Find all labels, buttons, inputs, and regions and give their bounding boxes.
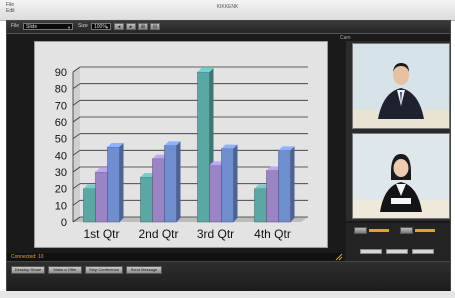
presenter-female-image (353, 134, 449, 218)
bar (266, 170, 279, 223)
bar-side (176, 141, 181, 222)
toolbar-label-size: Size (78, 23, 88, 29)
desktop-share-button[interactable]: Desktop Share (11, 266, 45, 274)
y-tick-label: 60 (55, 117, 67, 129)
y-tick-label: 0 (61, 217, 67, 229)
chart-side-wall (73, 67, 80, 222)
x-tick-label: 2nd Qtr (138, 227, 178, 241)
status-bar: Connected: 10 (7, 253, 343, 261)
bar-side (290, 146, 295, 222)
bar (197, 71, 210, 223)
bar (83, 188, 96, 223)
send-message-button[interactable]: Send Message (126, 266, 162, 274)
next-slide-button[interactable]: ▸ (126, 23, 136, 30)
video-panel (346, 41, 450, 221)
y-tick-label: 90 (55, 67, 67, 79)
prev-slide-button[interactable]: ◂ (114, 23, 124, 30)
y-tick-label: 10 (55, 200, 67, 212)
y-tick-label: 70 (55, 100, 67, 112)
x-tick-label: 3rd Qtr (197, 227, 234, 241)
toolbar: File Slide ▼ Size 100% ▼ ◂ ▸ ⊞ ⊟ (7, 21, 450, 34)
bar (221, 148, 234, 223)
slide-select-value: Slide (26, 24, 38, 30)
bar (107, 146, 120, 223)
status-text: Connected: 10 (11, 254, 44, 260)
speaker-volume-slider[interactable] (415, 229, 435, 232)
bar-side (233, 144, 238, 222)
bar-chart: 0 10 20 30 40 50 60 70 80 90 1st Qtr 2nd Qtr 3rd Qtr… (55, 66, 308, 241)
zoom-out-button[interactable]: ⊟ (150, 23, 160, 30)
video-feed-local (352, 133, 450, 219)
bar (95, 171, 108, 223)
video-option-button-1[interactable] (360, 249, 382, 254)
mic-volume-slider[interactable] (369, 229, 389, 232)
y-tick-label: 80 (55, 84, 67, 96)
bar (254, 188, 267, 223)
chevron-down-icon: ▼ (105, 25, 109, 30)
bar-side (119, 143, 124, 222)
chevron-down-icon: ▼ (67, 25, 71, 30)
bar (278, 150, 291, 223)
speaker-button[interactable] (400, 227, 413, 234)
x-tick-label: 1st Qtr (83, 227, 119, 241)
shared-slide-chart: 0 10 20 30 40 50 60 70 80 90 1st Qtr 2nd Qtr 3rd Qtr… (34, 41, 328, 248)
y-tick-label: 20 (55, 184, 67, 196)
zoom-in-button[interactable]: ⊞ (138, 23, 148, 30)
window-bottom-edge (0, 291, 455, 298)
y-tick-label: 40 (55, 150, 67, 162)
video-feed-remote (352, 43, 450, 129)
bottom-toolbar: Desktop Share Make a Offer Stop Conferen… (7, 261, 450, 292)
presenter-male-image (353, 44, 449, 128)
slide-select[interactable]: Slide ▼ (23, 23, 73, 30)
bar (152, 158, 165, 223)
window-title: KIKKENK (216, 4, 239, 10)
size-select[interactable]: 100% ▼ (91, 23, 111, 30)
bar (209, 165, 222, 223)
bar (164, 145, 177, 223)
toolbar-label-file: File (11, 23, 20, 29)
y-tick-label: 30 (55, 167, 67, 179)
video-option-button-3[interactable] (412, 249, 434, 254)
resize-grip-icon[interactable] (335, 253, 343, 261)
stop-conference-button[interactable]: Stop Conference (85, 266, 123, 274)
x-tick-label: 4th Qtr (254, 227, 291, 241)
window-titlebar: File Edit KIKKENK (0, 0, 455, 21)
app-window: File Slide ▼ Size 100% ▼ ◂ ▸ ⊞ ⊟ Cam 0 10… (6, 20, 451, 292)
video-option-button-2[interactable] (386, 249, 408, 254)
y-tick-label: 50 (55, 134, 67, 146)
bar (140, 176, 153, 223)
make-offer-button[interactable]: Make a Offer (48, 266, 82, 274)
microphone-button[interactable] (354, 227, 367, 234)
